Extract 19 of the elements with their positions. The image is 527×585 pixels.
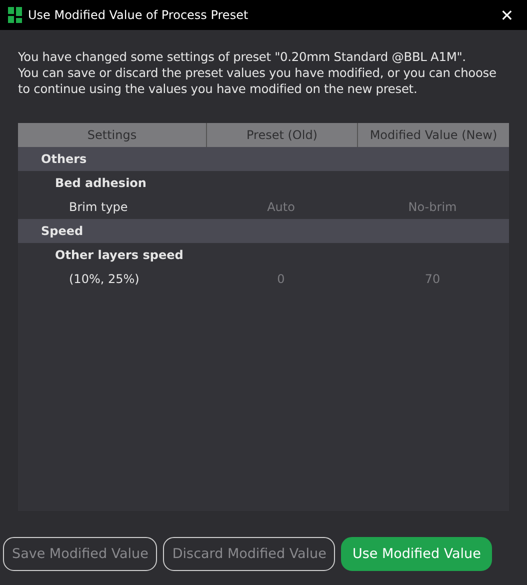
dialog-button[interactable]: Save Modified Value	[3, 537, 158, 571]
group-label: Speed	[40, 224, 84, 238]
old-value: 0	[277, 272, 285, 286]
option-label: Brim type	[69, 200, 128, 214]
old-value: Auto	[267, 200, 295, 214]
window-title: Use Modified Value of Process Preset	[28, 8, 250, 22]
message-text: You have changed some settings of preset "0.20mm Standard @BBL A1M".	[18, 49, 467, 65]
dialog-button[interactable]: Use Modified Value	[341, 537, 492, 571]
group-label: Others	[40, 152, 87, 166]
column-header: Settings	[86, 127, 138, 144]
subgroup-label: Bed adhesion	[54, 176, 146, 190]
message-text: You can save or discard the preset values you have modified, or you can choose to continue using the values you have modified on the new preset.	[18, 65, 498, 97]
new-value: 70	[424, 272, 440, 286]
subgroup-label: Other layers speed	[54, 248, 184, 262]
close-button[interactable]: ✕	[487, 0, 527, 30]
option-label: (10%, 25%)	[69, 272, 140, 286]
app-logo-icon	[8, 7, 22, 23]
dialog-button[interactable]: Discard Modified Value	[163, 537, 336, 571]
new-value: No-brim	[408, 200, 457, 214]
